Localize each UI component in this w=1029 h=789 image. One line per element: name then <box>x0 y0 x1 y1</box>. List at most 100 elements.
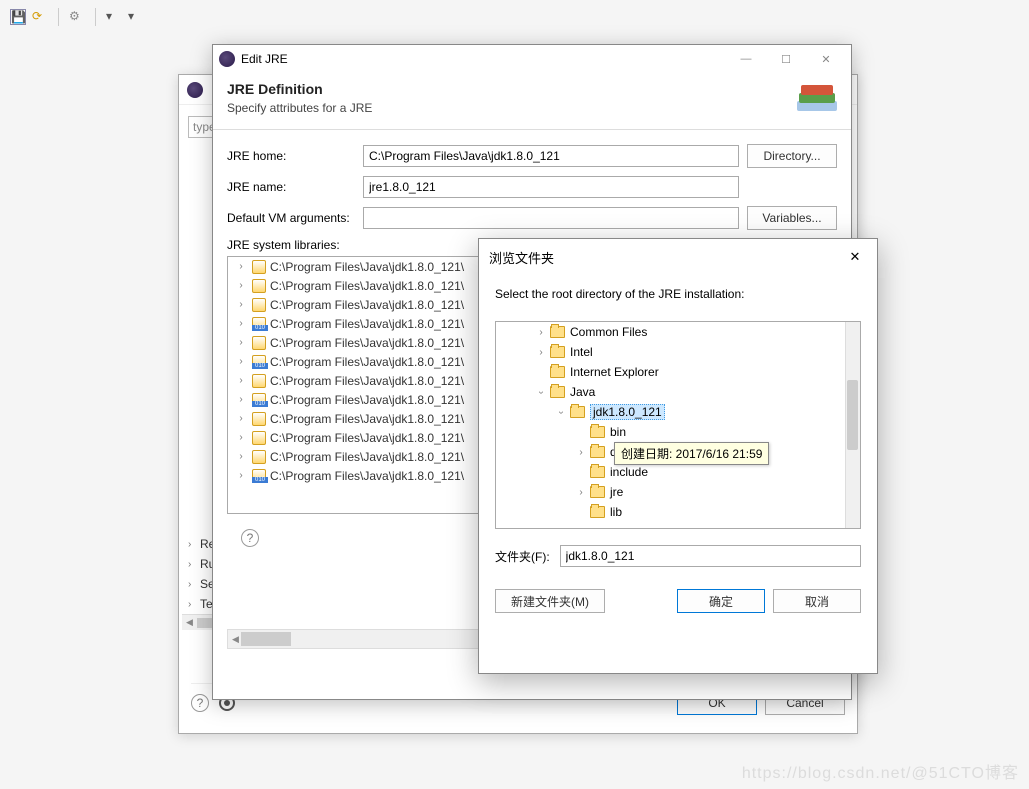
books-icon <box>793 79 841 119</box>
browse-buttons: 新建文件夹(M) 确定 取消 <box>479 575 877 627</box>
library-path: C:\Program Files\Java\jdk1.8.0_121\ <box>270 412 464 426</box>
tree-node-label[interactable]: include <box>610 465 648 479</box>
gear-icon[interactable]: ⚙ <box>69 9 85 25</box>
folder-icon <box>550 346 565 358</box>
browse-title: 浏览文件夹 <box>489 248 554 267</box>
chevron-right-icon[interactable]: › <box>234 280 248 291</box>
chevron-right-icon[interactable]: › <box>574 447 588 458</box>
eclipse-toolbar: 💾 ⟳ ⚙ ▾ ▾ <box>10 8 144 26</box>
chevron-right-icon[interactable]: › <box>234 261 248 272</box>
chevron-right-icon[interactable]: › <box>234 413 248 424</box>
tree-node-label[interactable]: lib <box>610 505 622 519</box>
folder-icon <box>550 386 565 398</box>
chevron-right-icon[interactable]: › <box>234 432 248 443</box>
folder-icon <box>590 426 605 438</box>
folder-tree[interactable]: › Common Files › Intel Internet Explorer ›… <box>495 321 861 529</box>
folder-icon <box>590 486 605 498</box>
browse-titlebar: 浏览文件夹 ✕ <box>479 239 877 275</box>
variables-button[interactable]: Variables... <box>747 206 837 230</box>
library-path: C:\Program Files\Java\jdk1.8.0_121\ <box>270 393 464 407</box>
jar-icon <box>252 412 266 426</box>
library-path: C:\Program Files\Java\jdk1.8.0_121\ <box>270 374 464 388</box>
help-icon[interactable]: ? <box>241 529 259 547</box>
dialog-subtitle: Specify attributes for a JRE <box>227 101 837 115</box>
jar-icon <box>252 450 266 464</box>
tree-node-label[interactable]: Java <box>570 385 595 399</box>
eclipse-icon <box>219 51 235 67</box>
browse-instruction: Select the root directory of the JRE ins… <box>479 275 877 313</box>
chevron-right-icon[interactable]: › <box>234 470 248 481</box>
chevron-down-icon[interactable]: › <box>536 385 547 399</box>
library-path: C:\Program Files\Java\jdk1.8.0_121\ <box>270 336 464 350</box>
eclipse-icon <box>187 82 203 98</box>
chevron-right-icon: › <box>188 599 200 610</box>
watermark: https://blog.csdn.net/@51CTO博客 <box>742 759 1019 783</box>
chevron-down-icon[interactable]: › <box>556 405 567 419</box>
folder-label: 文件夹(F): <box>495 548 550 565</box>
cancel-button[interactable]: 取消 <box>773 589 861 613</box>
chevron-right-icon[interactable]: › <box>234 451 248 462</box>
chevron-right-icon: › <box>188 559 200 570</box>
chevron-right-icon[interactable]: › <box>234 356 248 367</box>
directory-button[interactable]: Directory... <box>747 144 837 168</box>
dropdown-icon[interactable]: ▾ <box>106 9 122 25</box>
vm-args-input[interactable] <box>363 207 739 229</box>
folder-icon <box>570 406 585 418</box>
jar-icon <box>252 279 266 293</box>
chevron-right-icon[interactable]: › <box>234 318 248 329</box>
tree-node-label[interactable]: bin <box>610 425 626 439</box>
jre-home-input[interactable] <box>363 145 739 167</box>
ok-button[interactable]: 确定 <box>677 589 765 613</box>
window-title: Edit JRE <box>241 52 288 66</box>
chevron-right-icon[interactable]: › <box>234 299 248 310</box>
library-path: C:\Program Files\Java\jdk1.8.0_121\ <box>270 431 464 445</box>
jar-icon <box>252 317 266 331</box>
separator <box>58 8 59 26</box>
library-path: C:\Program Files\Java\jdk1.8.0_121\ <box>270 298 464 312</box>
chevron-right-icon[interactable]: › <box>234 394 248 405</box>
maximize-button[interactable]: ☐ <box>767 47 805 71</box>
jar-icon <box>252 260 266 274</box>
library-path: C:\Program Files\Java\jdk1.8.0_121\ <box>270 355 464 369</box>
separator <box>95 8 96 26</box>
refresh-icon[interactable]: ⟳ <box>32 9 48 25</box>
chevron-right-icon: › <box>188 539 200 550</box>
jar-icon <box>252 374 266 388</box>
tooltip: 创建日期: 2017/6/16 21:59 <box>614 442 769 465</box>
tree-node-label[interactable]: Common Files <box>570 325 647 339</box>
minimize-button[interactable]: — <box>727 47 765 71</box>
folder-field-row: 文件夹(F): <box>479 537 877 575</box>
library-path: C:\Program Files\Java\jdk1.8.0_121\ <box>270 317 464 331</box>
jar-icon <box>252 469 266 483</box>
vm-args-label: Default VM arguments: <box>227 211 355 225</box>
save-icon[interactable]: 💾 <box>10 9 26 25</box>
close-button[interactable]: ✕ <box>843 245 867 269</box>
dropdown-icon[interactable]: ▾ <box>128 9 144 25</box>
jre-name-input[interactable] <box>363 176 739 198</box>
tree-node-label[interactable]: Intel <box>570 345 593 359</box>
chevron-right-icon[interactable]: › <box>574 487 588 498</box>
folder-icon <box>590 446 605 458</box>
library-path: C:\Program Files\Java\jdk1.8.0_121\ <box>270 450 464 464</box>
tree-node-label[interactable]: jre <box>610 485 623 499</box>
new-folder-button[interactable]: 新建文件夹(M) <box>495 589 605 613</box>
folder-icon <box>590 506 605 518</box>
help-icon[interactable]: ? <box>191 694 209 712</box>
chevron-right-icon[interactable]: › <box>534 327 548 338</box>
browse-folder-dialog: 浏览文件夹 ✕ Select the root directory of the… <box>478 238 878 674</box>
jre-name-label: JRE name: <box>227 180 355 194</box>
tree-node-label[interactable]: Internet Explorer <box>570 365 659 379</box>
library-path: C:\Program Files\Java\jdk1.8.0_121\ <box>270 279 464 293</box>
scroll-thumb[interactable] <box>241 632 291 646</box>
chevron-right-icon[interactable]: › <box>234 337 248 348</box>
vertical-scrollbar[interactable] <box>845 322 860 528</box>
chevron-right-icon[interactable]: › <box>234 375 248 386</box>
dialog-title: JRE Definition <box>227 81 837 97</box>
folder-icon <box>590 466 605 478</box>
close-button[interactable]: ✕ <box>807 47 845 71</box>
scroll-thumb[interactable] <box>847 380 858 450</box>
folder-input[interactable] <box>560 545 861 567</box>
chevron-right-icon: › <box>188 579 200 590</box>
chevron-right-icon[interactable]: › <box>534 347 548 358</box>
tree-node-selected[interactable]: jdk1.8.0_121 <box>590 404 665 420</box>
